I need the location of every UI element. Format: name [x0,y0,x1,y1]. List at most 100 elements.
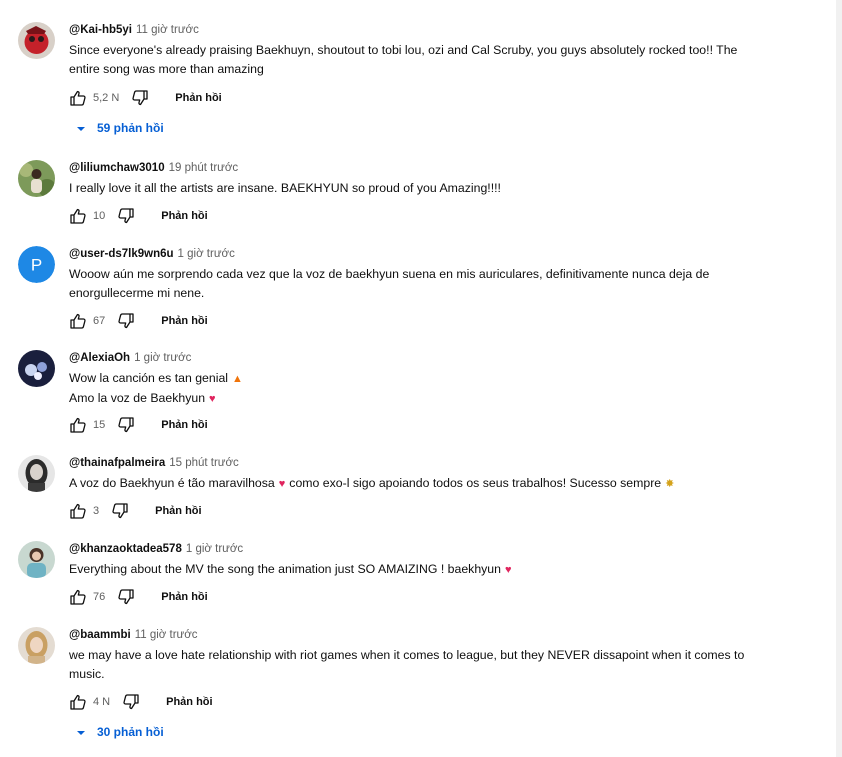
thumbs-up-icon[interactable] [69,416,87,434]
photo-avatar-light[interactable] [18,541,55,578]
comment-thread: @thainafpalmeira 15 phút trước A voz do B… [18,455,808,525]
reply-button[interactable]: Phản hồi [161,419,207,431]
comment-text: Everything about the MV the song the ani… [69,560,779,580]
caret-down-icon [76,123,86,133]
comment-time[interactable]: 11 giờ trước [136,24,199,36]
comment-actions: 5,2 N Phản hồi [69,89,222,107]
scrollbar[interactable] [836,0,842,757]
comment-time[interactable]: 19 phút trước [169,162,239,174]
like-count: 5,2 N [93,92,120,104]
reply-button[interactable]: Phản hồi [161,591,207,603]
like-count: 3 [93,505,100,517]
comment-text-line: Wooow aún me sorprendo cada vez que la v… [69,267,710,300]
thumbs-up-icon[interactable] [69,693,87,711]
comment-time[interactable]: 1 giờ trước [186,543,243,555]
party-popper-emoji-icon: ✸ [665,478,675,490]
comment-actions: 10 Phản hồi [69,207,208,225]
comment-text: we may have a love hate relationship wit… [69,646,779,684]
comment-text-line: I really love it all the artists are ins… [69,181,501,195]
reply-button[interactable]: Phản hồi [175,92,221,104]
comment-header: @khanzaoktadea578 1 giờ trước [69,541,808,557]
thumbs-up-icon[interactable] [69,502,87,520]
avatar-letter: P [31,256,42,275]
comment-body: @liliumchaw3010 19 phút trước I really lo… [69,160,808,198]
comment-text: Since everyone's already praising Baekhu… [69,41,769,79]
comment-thread: @Kai-hb5yi 11 giờ trước Since everyone's … [18,22,808,142]
photo-avatar-blonde[interactable] [18,627,55,664]
reply-button[interactable]: Phản hồi [155,505,201,517]
comment-actions: 67 Phản hồi [69,312,208,330]
comment-body: @thainafpalmeira 15 phút trước A voz do B… [69,455,808,494]
comment-thread: @baammbi 11 giờ trước we may have a love … [18,627,808,752]
comment-actions: 3 Phản hồi [69,502,202,520]
thumbs-down-icon[interactable] [122,693,140,711]
comment-text-part: A voz do Baekhyun é tão maravilhosa [69,476,275,490]
heart-emoji-icon: ♥ [278,478,286,490]
comment-author[interactable]: @liliumchaw3010 [69,162,165,174]
comment-time[interactable]: 1 giờ trước [178,248,235,260]
like-count: 76 [93,591,106,603]
replies-count-label: 30 phản hồi [97,725,164,739]
comment-header: @liliumchaw3010 19 phút trước [69,160,808,176]
comment-time[interactable]: 15 phút trước [169,457,239,469]
comment-actions: 15 Phản hồi [69,416,208,434]
thumbs-up-icon[interactable] [69,207,87,225]
dark-photo-avatar[interactable] [18,350,55,387]
comment-body: @Kai-hb5yi 11 giờ trước Since everyone's … [69,22,808,79]
comment-time[interactable]: 1 giờ trước [134,352,191,364]
reply-button[interactable]: Phản hồi [166,696,212,708]
photo-avatar-green[interactable] [18,160,55,197]
thumbs-down-icon[interactable] [117,207,135,225]
comment-text: A voz do Baekhyun é tão maravilhosa ♥ como… [69,474,779,494]
comment-author[interactable]: @thainafpalmeira [69,457,165,469]
letter-p-avatar[interactable]: P [18,246,55,283]
comment-time[interactable]: 11 giờ trước [135,629,198,641]
like-count: 15 [93,419,106,431]
comment-body: @baammbi 11 giờ trước we may have a love … [69,627,808,684]
comment-text-line: Wow la canción es tan genial ▲ [69,369,779,389]
comment-header: @thainafpalmeira 15 phút trước [69,455,808,471]
view-replies-button[interactable]: 59 phản hồi [76,119,164,137]
comment-text-line: Since everyone's already praising Baekhu… [69,43,738,76]
heart-emoji-icon: ♥ [505,564,512,576]
thumbs-down-icon[interactable] [117,312,135,330]
thumbs-down-icon[interactable] [131,89,149,107]
reply-button[interactable]: Phản hồi [161,210,207,222]
bw-photo-avatar[interactable] [18,455,55,492]
comment-header: @Kai-hb5yi 11 giờ trước [69,22,808,38]
replies-count-label: 59 phản hồi [97,121,164,135]
comment-text: Wow la canción es tan genial ▲ Amo la voz… [69,369,779,409]
comment-actions: 76 Phản hồi [69,588,208,606]
comment-text-line: Amo la voz de Baekhyun ♥ [69,389,779,409]
comment-header: @AlexiaOh 1 giờ trước [69,350,808,366]
comment-text-line: Everything about the MV the song the ani… [69,562,501,576]
thumbs-up-icon[interactable] [69,588,87,606]
thumbs-up-icon[interactable] [69,312,87,330]
comments-page: @Kai-hb5yi 11 giờ trước Since everyone's … [0,0,842,757]
comment-text-part: como exo-l sigo apoiando todos os seus t… [289,476,662,490]
comment-header: @user-ds7lk9wn6u 1 giờ trước [69,246,808,262]
fire-emoji-icon: ▲ [232,373,243,385]
comment-thread: @liliumchaw3010 19 phút trước I really lo… [18,160,808,230]
thumbs-down-icon[interactable] [117,416,135,434]
caret-down-icon [76,727,86,737]
comment-header: @baammbi 11 giờ trước [69,627,808,643]
reply-button[interactable]: Phản hồi [161,315,207,327]
comment-thread: P @user-ds7lk9wn6u 1 giờ trước Wooow aún … [18,246,808,336]
thumbs-up-icon[interactable] [69,89,87,107]
comment-author[interactable]: @AlexiaOh [69,352,130,364]
comment-author[interactable]: @Kai-hb5yi [69,24,132,36]
thumbs-down-icon[interactable] [111,502,129,520]
red-character-avatar[interactable] [18,22,55,59]
comment-author[interactable]: @baammbi [69,629,131,641]
view-replies-button[interactable]: 30 phản hồi [76,723,164,741]
comment-text: I really love it all the artists are ins… [69,179,779,198]
comment-body: @khanzaoktadea578 1 giờ trước Everything … [69,541,808,580]
thumbs-down-icon[interactable] [117,588,135,606]
comment-author[interactable]: @user-ds7lk9wn6u [69,248,174,260]
comment-author[interactable]: @khanzaoktadea578 [69,543,182,555]
comment-actions: 4 N Phản hồi [69,693,213,711]
comment-thread: @AlexiaOh 1 giờ trước Wow la canción es t… [18,350,808,440]
like-count: 10 [93,210,106,222]
comment-text: Wooow aún me sorprendo cada vez que la v… [69,265,749,303]
